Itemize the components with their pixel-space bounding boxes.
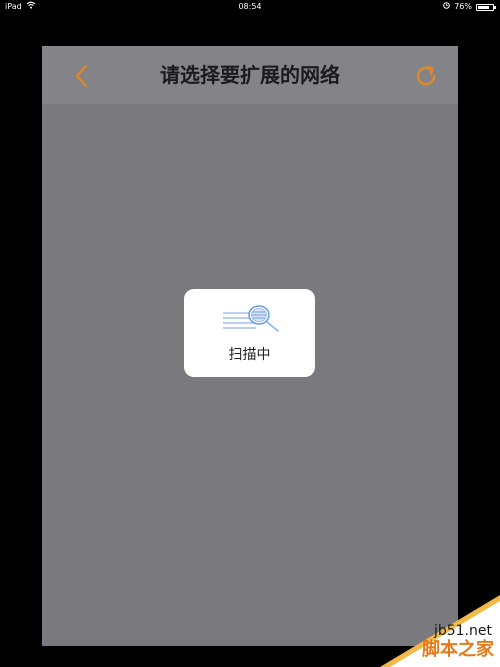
status-time: 08:54 xyxy=(238,2,262,11)
refresh-icon xyxy=(416,65,436,86)
watermark: jb51.net 脚本之家 xyxy=(360,595,500,667)
scanning-magnifier-icon xyxy=(223,305,279,332)
status-bar: iPad 08:54 76% xyxy=(0,0,500,14)
battery-level xyxy=(478,5,489,9)
page-title: 请选择要扩展的网络 xyxy=(160,63,340,87)
navigation-bar: 请选择要扩展的网络 xyxy=(42,46,458,104)
network-selection-modal: 请选择要扩展的网络 扫描中 xyxy=(42,46,458,646)
refresh-button[interactable] xyxy=(412,62,440,90)
watermark-brand: 脚本之家 xyxy=(422,639,494,660)
battery-percent: 76% xyxy=(454,2,472,11)
alarm-icon xyxy=(443,0,451,14)
scanning-label: 扫描中 xyxy=(228,347,271,363)
scanning-indicator: 扫描中 xyxy=(184,289,315,377)
battery-icon xyxy=(476,3,496,11)
